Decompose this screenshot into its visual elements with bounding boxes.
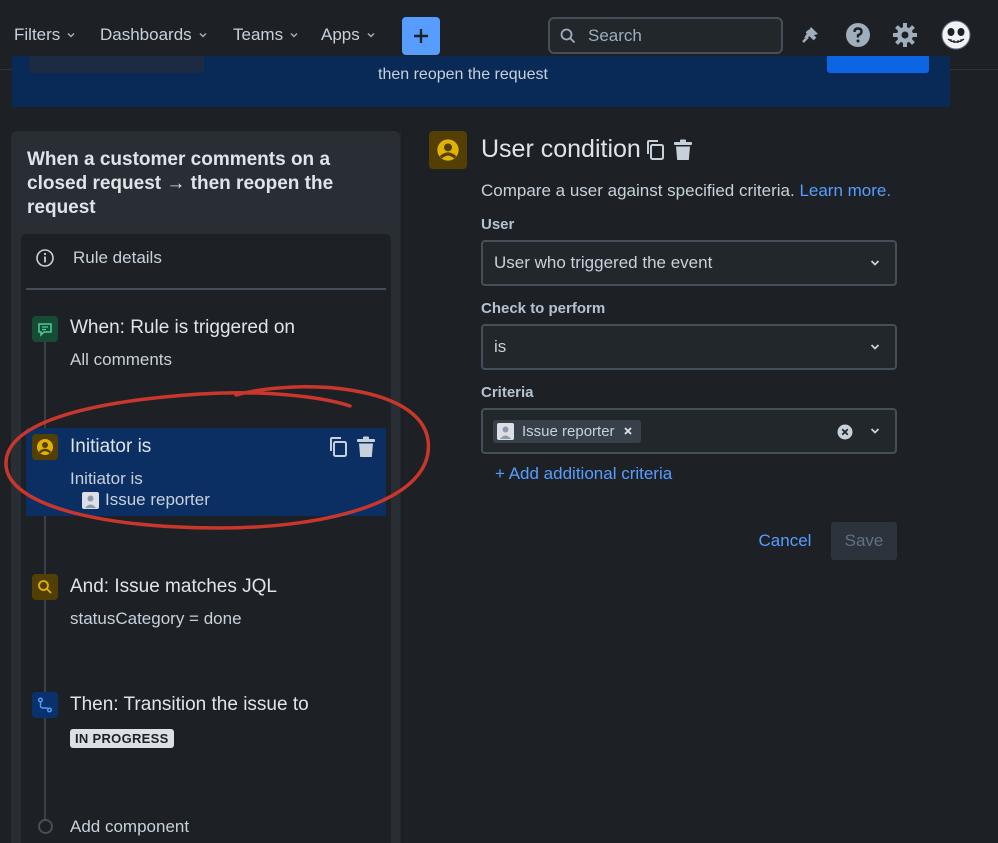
add-component-dot <box>38 819 53 834</box>
trash-icon <box>357 436 375 457</box>
nav-teams[interactable]: Teams <box>233 25 299 45</box>
save-button[interactable]: Save <box>831 522 897 560</box>
user-avatar-icon <box>497 422 514 440</box>
duplicate-step-button[interactable] <box>328 436 348 463</box>
nav-dashboards[interactable]: Dashboards <box>100 25 208 45</box>
check-select-value: is <box>494 337 507 356</box>
user-field-label: User <box>481 216 515 233</box>
notifications-button[interactable] <box>798 22 824 48</box>
chevron-down-icon <box>870 344 880 350</box>
jql-step-icon-box <box>32 574 58 600</box>
rule-title: When a customer comments on a closed req… <box>27 149 334 218</box>
plus-icon <box>414 29 428 43</box>
check-select[interactable]: is <box>481 324 897 370</box>
transition-step-icon-box <box>32 692 58 718</box>
condition-step-sub: Initiator is <box>70 469 143 488</box>
user-icon <box>37 439 53 455</box>
search-input[interactable] <box>586 24 770 47</box>
help-button[interactable] <box>845 22 871 48</box>
chevron-down-icon <box>870 260 880 266</box>
user-avatar-icon <box>82 491 99 509</box>
comment-icon <box>38 323 52 337</box>
transition-step-title[interactable]: Then: Transition the issue to <box>70 694 309 716</box>
notifications-icon <box>802 27 818 43</box>
chevron-down-icon <box>199 32 207 38</box>
criteria-tag: Issue reporter <box>493 419 641 443</box>
info-icon <box>36 249 54 267</box>
rule-details-item[interactable]: Rule details <box>35 248 162 268</box>
banner-button[interactable] <box>827 56 929 73</box>
chevron-down-icon <box>67 32 75 38</box>
jql-step-title[interactable]: And: Issue matches JQL <box>70 576 277 598</box>
delete-condition-button[interactable] <box>673 139 693 166</box>
trigger-step-sub: All comments <box>70 350 173 369</box>
search-icon <box>38 580 52 594</box>
chevron-down-icon <box>870 428 880 434</box>
rule-details-label: Rule details <box>73 248 162 267</box>
copy-icon <box>647 140 664 160</box>
gear-icon <box>893 23 917 47</box>
help-icon <box>846 23 870 47</box>
condition-step-title: Initiator is <box>70 436 152 457</box>
duplicate-condition-button[interactable] <box>645 139 665 166</box>
panel-divider <box>400 131 401 843</box>
status-lozenge: IN PROGRESS <box>70 729 174 748</box>
trigger-step-title[interactable]: When: Rule is triggered on <box>70 317 295 339</box>
trash-icon <box>674 139 692 160</box>
search-icon <box>560 28 576 43</box>
search-box[interactable] <box>548 17 783 54</box>
cancel-button[interactable]: Cancel <box>746 522 824 560</box>
condition-step-value-label: Issue reporter <box>105 490 210 509</box>
delete-step-button[interactable] <box>356 436 376 463</box>
banner-field <box>30 56 204 73</box>
add-criteria-link[interactable]: + Add additional criteria <box>495 464 672 484</box>
profile-avatar-button[interactable] <box>940 19 972 51</box>
copy-icon <box>330 437 347 457</box>
settings-button[interactable] <box>892 22 918 48</box>
user-condition-title: User condition <box>481 135 641 163</box>
criteria-field-label: Criteria <box>481 384 534 401</box>
trigger-step-icon-box <box>32 316 58 342</box>
divider <box>26 288 386 290</box>
chevron-down-icon <box>290 32 298 38</box>
learn-more-link[interactable]: Learn more. <box>799 181 891 200</box>
add-component-link[interactable]: Add component <box>70 817 189 837</box>
clear-icon[interactable] <box>837 424 853 440</box>
condition-step-value: Issue reporter <box>82 490 210 510</box>
condition-step-icon-box <box>32 434 58 460</box>
nav-apps-label: Apps <box>321 25 360 44</box>
nav-filters-label: Filters <box>14 25 61 44</box>
criteria-select[interactable]: Issue reporter <box>481 408 897 454</box>
user-condition-icon-box <box>429 131 467 169</box>
description-text: Compare a user against specified criteri… <box>481 181 795 200</box>
nav-filters[interactable]: Filters <box>14 25 76 45</box>
chevron-down-icon <box>367 32 375 38</box>
user-select[interactable]: User who triggered the event <box>481 240 897 286</box>
avatar <box>941 20 971 50</box>
user-condition-description: Compare a user against specified criteri… <box>481 181 891 201</box>
nav-dashboards-label: Dashboards <box>100 25 192 44</box>
user-select-value: User who triggered the event <box>494 253 713 272</box>
nav-teams-label: Teams <box>233 25 284 44</box>
create-button[interactable] <box>402 17 440 55</box>
remove-tag-icon[interactable] <box>623 426 633 436</box>
criteria-tag-label: Issue reporter <box>522 422 615 440</box>
user-icon <box>437 139 459 161</box>
jql-step-sub: statusCategory = done <box>70 609 242 628</box>
nav-apps[interactable]: Apps <box>321 25 376 45</box>
transition-icon <box>38 697 52 713</box>
check-field-label: Check to perform <box>481 300 606 317</box>
banner-text: then reopen the request <box>378 66 548 83</box>
